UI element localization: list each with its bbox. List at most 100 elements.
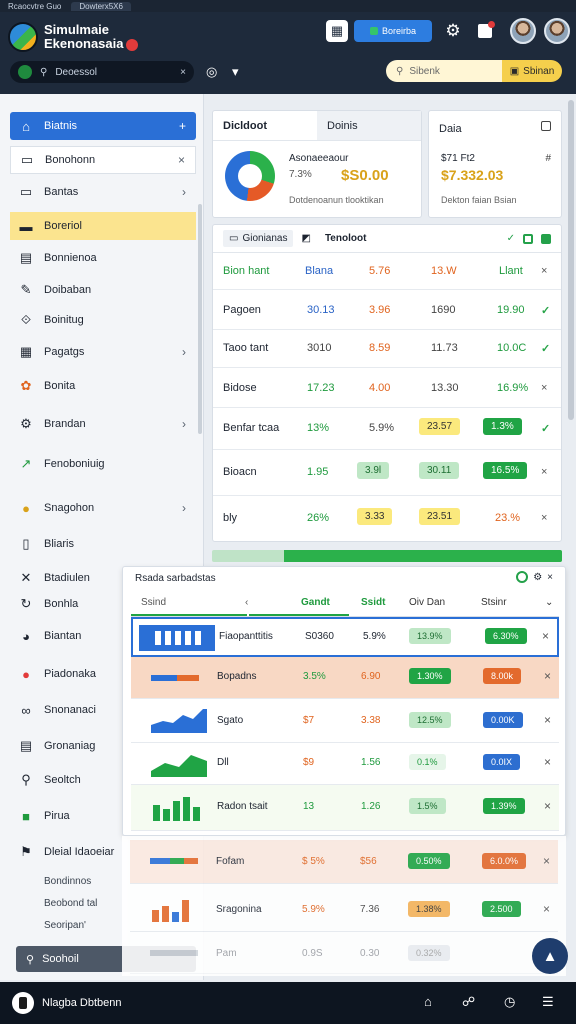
table-row[interactable]: Taoo tant 3010 8.59 11.73 10.0C ✓ <box>213 329 561 367</box>
col-header[interactable]: Ssind <box>141 597 166 608</box>
chevron-down-icon[interactable]: ⌄ <box>545 597 553 608</box>
table-row[interactable]: Sragonina 5.9% 7.36 1.38% 2.500 × <box>130 886 558 932</box>
table-row[interactable]: Bidose 17.23 4.00 13.30 16.9% × <box>213 367 561 407</box>
target-icon[interactable]: ◎ <box>206 64 217 80</box>
search-input[interactable]: ⚲ Deoessol × <box>10 61 194 83</box>
sidebar-subitem[interactable]: Beobond tal <box>44 898 97 909</box>
gear-icon[interactable]: ⚙ <box>442 20 464 42</box>
grid-view-button[interactable]: ▦ <box>326 20 348 42</box>
sidebar-item-8[interactable]: ✿ Bonita <box>10 372 196 400</box>
secondary-search-input[interactable]: ⚲ Sibenk <box>386 60 502 82</box>
table-row[interactable]: Fiaopanttitis S0360 5.9% 13.9% 6.30% × <box>131 617 559 657</box>
close-icon[interactable]: × <box>541 512 547 524</box>
sidebar-item-12[interactable]: ▯ Bliaris <box>10 530 196 558</box>
close-icon[interactable]: × <box>543 902 550 916</box>
bottom-bar: Nlagba Dbtbenn ⌂ ☍ ◷ ☰ <box>0 982 576 1024</box>
table-row[interactable]: Pam 0.9S 0.30 0.32% <box>130 934 558 974</box>
col-header[interactable]: Bion hant <box>223 265 269 277</box>
menu-icon[interactable]: ☰ <box>542 994 554 1010</box>
clock-icon[interactable]: ◷ <box>504 994 515 1010</box>
table-row[interactable]: Bioacn 1.95 3.9l 30.11 16.5% × <box>213 449 561 495</box>
close-icon[interactable]: × <box>544 799 551 813</box>
primary-action-button[interactable]: Boreirba <box>354 20 432 42</box>
users-icon[interactable]: ☍ <box>462 994 475 1010</box>
sidebar-item-2[interactable]: ▭ Bantas › <box>10 178 196 206</box>
col-header[interactable]: 5.76 <box>369 265 390 277</box>
tab-details[interactable]: Doinis <box>317 111 421 140</box>
sidebar-item-11[interactable]: ● Snagohon › <box>10 494 196 522</box>
check-icon[interactable]: ✓ <box>541 422 550 435</box>
notification-icon[interactable] <box>474 20 496 42</box>
chevron-left-icon[interactable]: ‹ <box>245 597 248 608</box>
sidebar-subitem[interactable]: Seoripan' <box>44 920 86 931</box>
home-icon[interactable]: ⌂ <box>424 994 432 1009</box>
close-icon[interactable]: × <box>547 572 553 583</box>
browser-tab[interactable]: Rcaocvtre Guo <box>8 2 61 11</box>
close-icon[interactable]: × <box>544 669 551 683</box>
table-row[interactable]: Sgato $7 3.38 12.5% 0.00K × <box>131 699 559 743</box>
globe-logo-icon <box>8 22 38 52</box>
coin-icon: ● <box>22 500 30 516</box>
sidebar-subitem[interactable]: Bondinnos <box>44 876 91 887</box>
floating-action-button[interactable]: ▲ <box>532 938 568 974</box>
pin-icon[interactable]: ✓ <box>507 233 515 244</box>
main-scrollbar[interactable] <box>568 100 574 420</box>
table-row[interactable]: Fofam $ 5% $56 0.50% 6.0.0% × <box>130 840 558 884</box>
tab-overview[interactable]: Dicldoot <box>213 111 317 140</box>
col-header[interactable]: Stsinr <box>481 597 507 608</box>
chevron-down-icon[interactable]: ▾ <box>232 64 239 80</box>
brand[interactable]: Simulmaie Ekenonasaia <box>8 22 138 52</box>
table-row[interactable]: bly 26% 3.33 23.51 23.% × <box>213 495 561 541</box>
table-row[interactable]: Pagoen 30.13 3.96 1690 19.90 ✓ <box>213 289 561 329</box>
bottom-brand[interactable]: Nlagba Dbtbenn <box>12 992 122 1014</box>
close-icon[interactable]: × <box>541 265 547 277</box>
check-icon[interactable]: ✓ <box>541 342 550 355</box>
search-icon: ⚲ <box>26 953 35 966</box>
edit-icon[interactable]: ◩ <box>301 233 310 244</box>
refresh-icon[interactable] <box>516 571 529 583</box>
sidebar-item-5[interactable]: ✎ Doibaban <box>10 276 196 304</box>
col-header[interactable]: Llant <box>499 265 523 277</box>
col-header[interactable]: Oiv Dan <box>409 597 445 608</box>
col-header[interactable]: Ssidt <box>361 597 385 608</box>
close-icon[interactable]: × <box>544 755 551 769</box>
settings-icon[interactable]: ⚙ <box>533 572 542 583</box>
close-icon: ✕ <box>20 570 32 585</box>
browser-tab-active[interactable]: Dowterx5X6 <box>71 1 131 11</box>
clear-icon[interactable]: × <box>180 67 186 78</box>
check-box-icon[interactable] <box>523 233 533 244</box>
table-row[interactable]: Bopadns 3.5% 6.90 1.30% 8.00k × <box>131 657 559 699</box>
secondary-search-button[interactable]: ▣ Sbinan <box>502 60 562 82</box>
sidebar-item-0[interactable]: ⌂ Biatnis + <box>10 112 196 140</box>
col-header[interactable]: Blana <box>305 265 333 277</box>
status-icon <box>369 27 378 35</box>
sidebar-item-10[interactable]: ↗ Fenoboniuig <box>10 450 196 478</box>
table-row[interactable]: Dll $9 1.56 0.1% 0.0IX × <box>131 743 559 785</box>
sidebar-item-1[interactable]: ▭ Bonohonn × <box>10 146 196 174</box>
area-sparkline <box>151 755 207 777</box>
close-icon[interactable]: × <box>542 629 549 643</box>
close-icon[interactable]: × <box>544 713 551 727</box>
table-row[interactable]: Benfar tcaa 13% 5.9% 23.57 1.3% ✓ <box>213 407 561 449</box>
close-icon[interactable]: × <box>543 854 550 868</box>
sidebar-item-6[interactable]: ⟐ Boinitug <box>10 306 196 334</box>
sidebar-scrollbar[interactable] <box>198 204 202 434</box>
status-icon[interactable] <box>541 233 551 244</box>
sidebar-item-9[interactable]: ⚙ Brandan › <box>10 410 196 438</box>
sidebar-item-4[interactable]: ▤ Bonnienoa <box>10 244 196 272</box>
col-header[interactable]: Gandt <box>301 597 330 608</box>
close-icon[interactable]: × <box>541 466 547 478</box>
avatar[interactable] <box>510 18 536 44</box>
folder-icon: ▭ <box>19 184 33 199</box>
table-header: Bion hant Blana 5.76 13.W Llant × <box>213 253 561 289</box>
close-icon[interactable]: × <box>541 382 547 394</box>
table-tab[interactable]: ▭ Gionianas <box>223 230 294 247</box>
expand-icon[interactable] <box>541 121 551 131</box>
check-icon[interactable]: ✓ <box>541 304 550 317</box>
sidebar-item-7[interactable]: ▦ Pagatgs › <box>10 338 196 366</box>
avatar-secondary[interactable] <box>544 18 570 44</box>
col-header[interactable]: 13.W <box>431 265 457 277</box>
bottom-app-name: Nlagba Dbtbenn <box>42 997 122 1009</box>
table-row[interactable]: Radon tsait 13 1.26 1.5% 1.39% × <box>131 785 559 831</box>
sidebar-item-3[interactable]: ▬ Boreriol <box>10 212 196 240</box>
